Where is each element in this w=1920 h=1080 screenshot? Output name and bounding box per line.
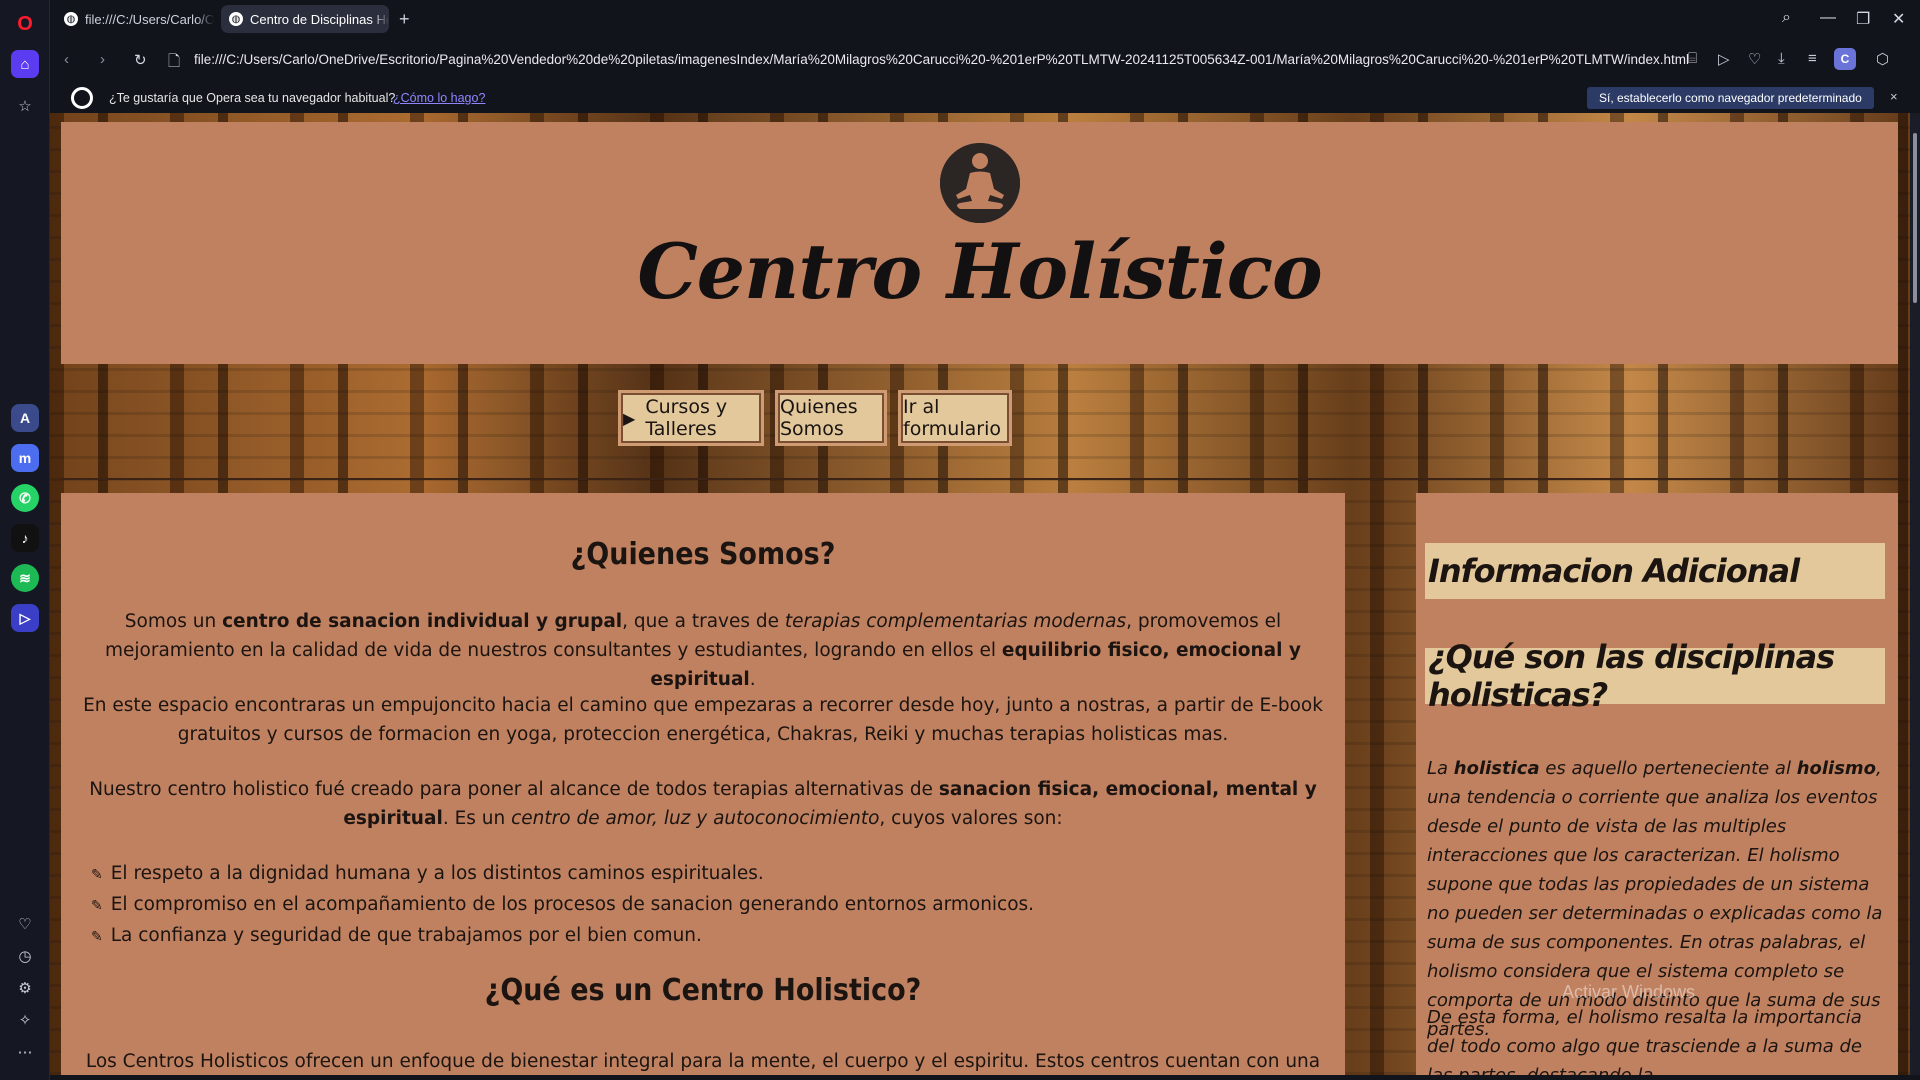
download-icon[interactable]: ⤓ bbox=[1778, 50, 1785, 67]
history-icon[interactable]: ◷ bbox=[11, 942, 39, 970]
reload-icon[interactable]: ↻ bbox=[134, 51, 147, 69]
menu-icon[interactable]: ≡ bbox=[1808, 50, 1817, 67]
minimize-icon[interactable]: — bbox=[1820, 9, 1836, 27]
url-field[interactable]: file:///C:/Users/Carlo/OneDrive/Escritor… bbox=[194, 52, 1694, 67]
list-item: La confianza y seguridad de que trabajam… bbox=[91, 921, 1034, 952]
page-scrollbar[interactable] bbox=[1910, 113, 1920, 1075]
activate-windows-watermark: Activar Windows bbox=[1562, 982, 1696, 1002]
list-item: El compromiso en el acompañamiento de lo… bbox=[91, 890, 1034, 921]
meditation-logo-icon bbox=[940, 143, 1020, 223]
opera-logo-icon bbox=[71, 87, 93, 109]
play-icon[interactable]: ▷ bbox=[1718, 50, 1730, 68]
about-paragraph-1: Somos un centro de sanacion individual y… bbox=[105, 611, 1301, 690]
tiktok-icon[interactable]: ♪ bbox=[11, 524, 39, 552]
opera-logo-icon[interactable]: O bbox=[11, 10, 39, 38]
tab-title: file:///C:/Users/Carlo/OneDrive bbox=[85, 11, 214, 27]
aria-icon[interactable]: A bbox=[11, 404, 39, 432]
home-icon[interactable]: ⌂ bbox=[11, 50, 39, 78]
about-paragraph-3: Nuestro centro holistico fué creado para… bbox=[89, 779, 1317, 829]
close-window-icon[interactable]: ✕ bbox=[1892, 9, 1905, 29]
restore-icon[interactable]: ❐ bbox=[1856, 9, 1870, 29]
new-tab-button[interactable]: + bbox=[394, 5, 418, 33]
holism-paragraph-2: De esta forma, el holismo resalta la imp… bbox=[1427, 1007, 1862, 1075]
tab-title: Centro de Disciplinas Holísticas bbox=[250, 11, 389, 27]
how-link[interactable]: ¿Cómo lo hago? bbox=[393, 91, 485, 105]
set-default-button[interactable]: Sí, establecerlo como navegador predeter… bbox=[1587, 87, 1874, 109]
tab-centro[interactable]: ◍ Centro de Disciplinas Holísticas bbox=[221, 5, 389, 33]
about-label: Quienes Somos bbox=[780, 396, 858, 440]
close-infobar-icon[interactable]: × bbox=[1890, 89, 1898, 104]
values-list: El respeto a la dignidad humana y a los … bbox=[91, 859, 1034, 952]
default-browser-infobar: ¿Te gustaría que Opera sea tu navegador … bbox=[50, 83, 1920, 113]
about-section: ¿Quienes Somos? Somos un centro de sanac… bbox=[61, 493, 1345, 1075]
tab-file[interactable]: ◍ file:///C:/Users/Carlo/OneDrive bbox=[56, 5, 214, 33]
heart-icon[interactable]: ♡ bbox=[11, 910, 39, 938]
heart-icon[interactable]: ♡ bbox=[1748, 50, 1761, 68]
messenger-icon[interactable]: m bbox=[11, 444, 39, 472]
about-heading: ¿Quienes Somos? bbox=[570, 537, 836, 572]
more-icon[interactable]: ⋯ bbox=[11, 1038, 39, 1066]
search-tabs-icon[interactable]: ⌕ bbox=[1782, 9, 1791, 27]
divider bbox=[61, 478, 1898, 480]
site-header: Centro Holístico bbox=[61, 122, 1898, 364]
about-paragraph-2: En este espacio encontraras un empujonci… bbox=[83, 695, 1323, 745]
form-nav-button[interactable]: Ir al formulario bbox=[901, 393, 1009, 443]
opera-sidebar: O ⌂ ☆ A m ✆ ♪ ≋ ▷ ♡ ◷ ⚙ ✧ ⋯ bbox=[0, 0, 50, 1080]
center-paragraph: Los Centros Holisticos ofrecen un enfoqu… bbox=[85, 1051, 1321, 1072]
page-info-icon[interactable]: 🗋 bbox=[168, 51, 180, 76]
spotify-icon[interactable]: ≋ bbox=[11, 564, 39, 592]
play-icon: ▶ bbox=[623, 408, 636, 428]
scrollbar-thumb[interactable] bbox=[1913, 133, 1917, 303]
whatsapp-icon[interactable]: ✆ bbox=[11, 484, 39, 512]
list-item: El respeto a la dignidad humana y a los … bbox=[91, 859, 1034, 890]
profile-avatar[interactable]: C bbox=[1834, 48, 1856, 70]
settings-icon[interactable]: ⚙ bbox=[11, 974, 39, 1002]
globe-icon: ◍ bbox=[229, 12, 243, 26]
forward-icon[interactable]: › bbox=[100, 51, 105, 68]
extensions-icon[interactable]: ⬡ bbox=[1876, 50, 1889, 68]
address-bar: ‹ › ↻ 🗋 file:///C:/Users/Carlo/OneDrive/… bbox=[50, 37, 1920, 83]
back-icon[interactable]: ‹ bbox=[64, 51, 69, 68]
site-title: Centro Holístico bbox=[637, 227, 1322, 316]
additional-info-heading: Informacion Adicional bbox=[1425, 543, 1885, 599]
about-nav-button[interactable]: Quienes Somos bbox=[778, 393, 884, 443]
player-icon[interactable]: ▷ bbox=[11, 604, 39, 632]
camera-icon[interactable]: ⌸ bbox=[1688, 50, 1697, 67]
form-label: Ir al formulario bbox=[903, 396, 1001, 440]
plus-icon: + bbox=[399, 8, 410, 29]
tips-icon[interactable]: ✧ bbox=[11, 1006, 39, 1034]
infobar-question: ¿Te gustaría que Opera sea tu navegador … bbox=[109, 91, 396, 105]
tab-bar: ◍ file:///C:/Users/Carlo/OneDrive ◍ Cent… bbox=[50, 0, 1920, 37]
page-viewport: Centro Holístico ▶ Cursos y Talleres Qui… bbox=[50, 113, 1910, 1075]
star-icon[interactable]: ☆ bbox=[11, 92, 39, 120]
disciplines-heading: ¿Qué son las disciplinas holisticas? bbox=[1425, 638, 1885, 714]
courses-nav-button[interactable]: ▶ Cursos y Talleres bbox=[621, 393, 761, 443]
window-bottom-edge bbox=[50, 1075, 1920, 1080]
courses-label: Cursos y Talleres bbox=[645, 396, 728, 440]
center-heading: ¿Qué es un Centro Holistico? bbox=[484, 973, 922, 1008]
globe-icon: ◍ bbox=[64, 12, 78, 26]
